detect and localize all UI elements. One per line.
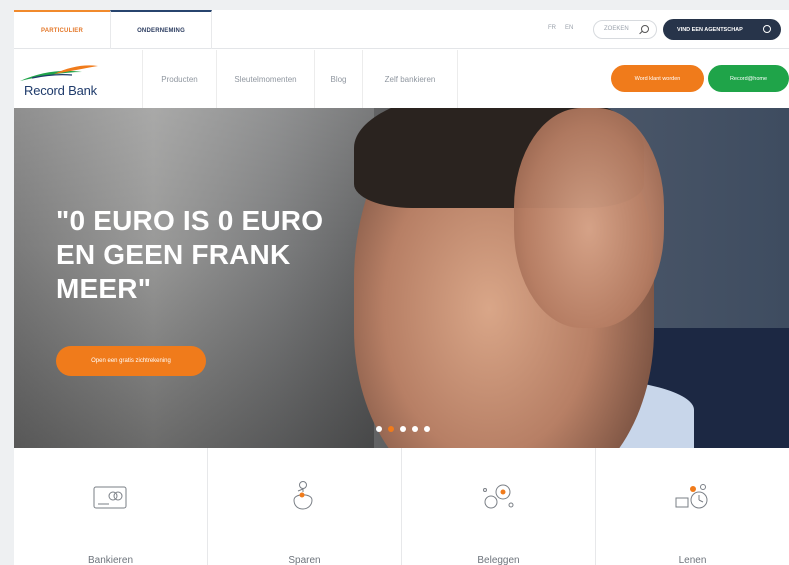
carousel-dot[interactable]: [376, 426, 382, 432]
hero-title: "0 EURO IS 0 EURO EN GEEN FRANK MEER": [56, 205, 324, 304]
brand-name: Record Bank: [24, 83, 97, 98]
tab-particulier[interactable]: PARTICULIER: [14, 10, 110, 49]
money-clock-icon: [675, 484, 707, 509]
search-input[interactable]: ZOEKEN: [593, 20, 657, 39]
location-icon: [763, 25, 771, 33]
hero-banner: "0 EURO IS 0 EURO EN GEEN FRANK MEER" Op…: [14, 108, 789, 448]
category-tiles: Bankieren Sparen Beleggen Lenen: [14, 448, 789, 565]
nav-item-producten[interactable]: Producten: [142, 50, 216, 108]
hero-cta-button[interactable]: Open een gratis zichtrekening: [56, 346, 206, 376]
record-home-button[interactable]: Record@home: [708, 65, 789, 92]
search-icon[interactable]: [641, 25, 649, 33]
language-en-link[interactable]: EN: [565, 25, 573, 31]
nav-item-sleutelmomenten[interactable]: Sleutelmomenten: [216, 50, 314, 108]
hero-photo-hand: [514, 108, 664, 328]
nav-item-zelf-bankieren[interactable]: Zelf bankieren: [362, 50, 458, 108]
utility-bar: PARTICULIER ONDERNEMING FR EN ZOEKEN VIN…: [14, 10, 789, 49]
find-agency-button[interactable]: VIND EEN AGENTSCHAP: [663, 19, 781, 40]
piggy-bank-icon: [292, 481, 313, 510]
tile-lenen[interactable]: Lenen: [596, 448, 789, 565]
carousel-dot[interactable]: [412, 426, 418, 432]
nav-item-blog[interactable]: Blog: [314, 50, 362, 108]
logo-swoosh-icon: [20, 65, 98, 81]
tile-sparen[interactable]: Sparen: [208, 448, 402, 565]
tile-label: Lenen: [678, 555, 707, 565]
find-agency-label: VIND EEN AGENTSCHAP: [677, 26, 743, 33]
coins-growth-icon: [482, 484, 513, 509]
tile-label: Beleggen: [477, 555, 520, 565]
language-fr-link[interactable]: FR: [548, 25, 556, 31]
search-placeholder: ZOEKEN: [604, 26, 629, 32]
carousel-dot[interactable]: [400, 426, 406, 432]
browser-content: PARTICULIER ONDERNEMING FR EN ZOEKEN VIN…: [14, 10, 789, 565]
brand-logo[interactable]: Record Bank: [14, 50, 142, 108]
main-nav: Record Bank Producten Sleutelmomenten Bl…: [14, 50, 789, 108]
tile-beleggen[interactable]: Beleggen: [402, 448, 596, 565]
tile-label: Bankieren: [87, 555, 134, 565]
tile-label: Sparen: [288, 555, 321, 565]
page: PARTICULIER ONDERNEMING FR EN ZOEKEN VIN…: [0, 0, 789, 565]
tab-onderneming[interactable]: ONDERNEMING: [110, 10, 212, 49]
carousel-dots: [376, 426, 430, 432]
tile-bankieren[interactable]: Bankieren: [14, 448, 208, 565]
carousel-dot-active[interactable]: [388, 426, 394, 432]
bank-card-icon: [93, 486, 126, 509]
carousel-dot[interactable]: [424, 426, 430, 432]
become-client-button[interactable]: Word klant worden: [611, 65, 704, 92]
